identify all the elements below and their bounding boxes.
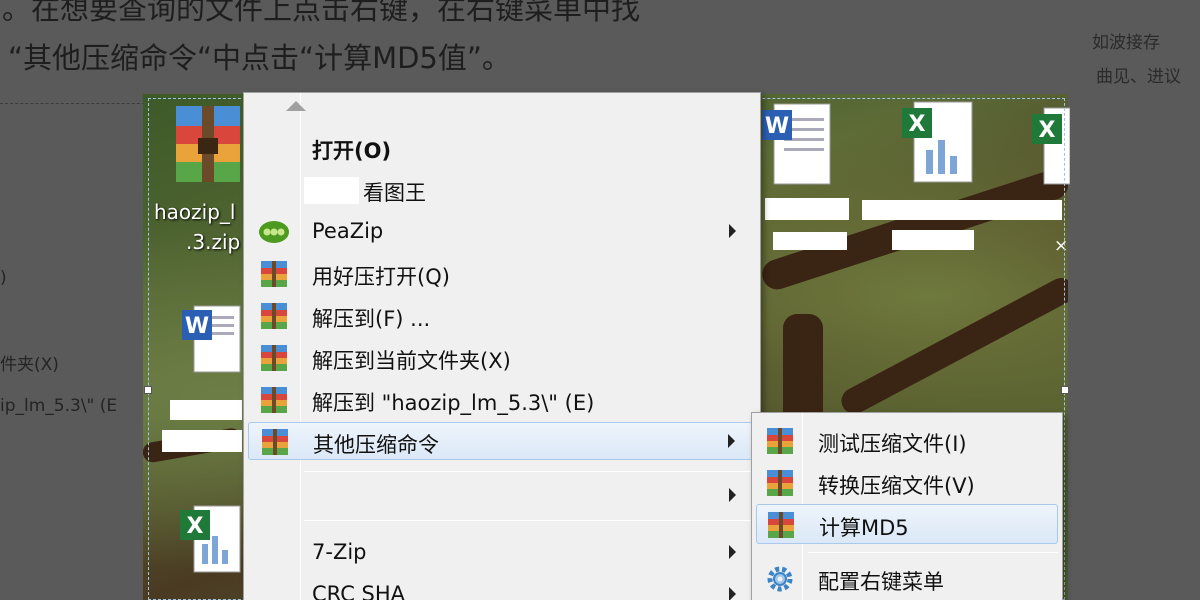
haozip-icon	[764, 427, 796, 455]
divider	[0, 103, 150, 104]
haozip-icon	[764, 469, 796, 497]
menu-item-label: 打开(O)	[312, 139, 392, 163]
submenu-item-convert-archive[interactable]: 转换压缩文件(V)	[756, 463, 1058, 503]
side-text-2: 曲见、进议	[1096, 67, 1181, 87]
redacted-label	[304, 177, 359, 204]
chevron-right-icon	[729, 545, 736, 559]
menu-separator	[304, 471, 752, 472]
menu-item-label: 解压到 "haozip_lm_5.3\" (E)	[312, 391, 595, 415]
menu-item-other-commands[interactable]: 其他压缩命令	[248, 422, 756, 460]
menu-item-extract-to-folder[interactable]: 解压到 "haozip_lm_5.3\" (E)	[248, 381, 756, 419]
menu-item-extract-here[interactable]: 解压到当前文件夹(X)	[248, 339, 756, 377]
left-fragment-1: 件夹(X)	[0, 355, 59, 375]
submenu-item-label: 测试压缩文件(I)	[818, 432, 967, 456]
submenu-item-label: 计算MD5	[819, 516, 909, 540]
menu-separator	[808, 552, 1058, 553]
chevron-right-icon	[729, 224, 736, 238]
menu-item-image-viewer[interactable]: 看图王	[248, 171, 756, 209]
haozip-icon	[258, 386, 290, 414]
haozip-icon	[258, 344, 290, 372]
article-line-2: “其他压缩命令“中点击“计算MD5值”。	[8, 41, 511, 75]
menu-item-open-with-haozip[interactable]: 用好压打开(Q)	[248, 255, 756, 293]
chevron-right-icon	[729, 587, 736, 600]
selection-handle[interactable]	[1061, 386, 1069, 394]
menu-item-hidden[interactable]	[248, 477, 756, 515]
submenu-item-test-archive[interactable]: 测试压缩文件(I)	[756, 421, 1058, 461]
menu-item-label: 解压到当前文件夹(X)	[312, 349, 511, 373]
menu-item-7zip[interactable]: 7-Zip	[248, 534, 756, 572]
context-menu: 打开(O) 看图王 PeaZip 用好压打开(Q) 解压到(F) ... 解压到…	[243, 92, 761, 600]
menu-item-label: 用好压打开(Q)	[312, 265, 450, 289]
haozip-icon	[765, 511, 797, 539]
submenu-item-label: 配置右键菜单	[818, 570, 944, 594]
menu-item-open[interactable]: 打开(O)	[248, 129, 756, 167]
chevron-right-icon	[729, 488, 736, 502]
submenu-item-label: 转换压缩文件(V)	[818, 474, 975, 498]
chevron-right-icon	[728, 434, 735, 448]
article-line-1: 。在想要查询的文件上点击右键，在右键菜单中找	[2, 0, 641, 26]
menu-separator	[304, 520, 752, 521]
haozip-icon	[259, 428, 291, 456]
selection-handle[interactable]	[144, 386, 152, 394]
menu-item-label: PeaZip	[312, 219, 384, 243]
peazip-icon	[258, 218, 290, 246]
submenu-item-configure-menu[interactable]: 配置右键菜单	[756, 559, 1058, 599]
menu-item-crc-sha[interactable]: CRC SHA	[248, 576, 756, 600]
left-fragment-2: ip_lm_5.3\" (E	[0, 396, 118, 416]
other-commands-submenu: 测试压缩文件(I) 转换压缩文件(V) 计算MD5 配置右键菜单	[751, 412, 1063, 600]
left-fragment-paren: )	[0, 268, 7, 288]
gear-icon	[764, 565, 796, 593]
menu-item-label: CRC SHA	[312, 582, 406, 600]
haozip-icon	[258, 260, 290, 288]
menu-item-label: 看图王	[363, 181, 426, 205]
haozip-icon	[258, 302, 290, 330]
menu-item-peazip[interactable]: PeaZip	[248, 213, 756, 251]
menu-item-extract-to[interactable]: 解压到(F) ...	[248, 297, 756, 335]
menu-item-label: 7-Zip	[312, 540, 367, 564]
menu-item-label: 其他压缩命令	[313, 433, 439, 457]
side-text-1: 如波接存	[1092, 33, 1160, 53]
submenu-item-compute-md5[interactable]: 计算MD5	[756, 504, 1058, 544]
scroll-up-icon[interactable]	[286, 101, 306, 111]
menu-item-label: 解压到(F) ...	[312, 307, 431, 331]
